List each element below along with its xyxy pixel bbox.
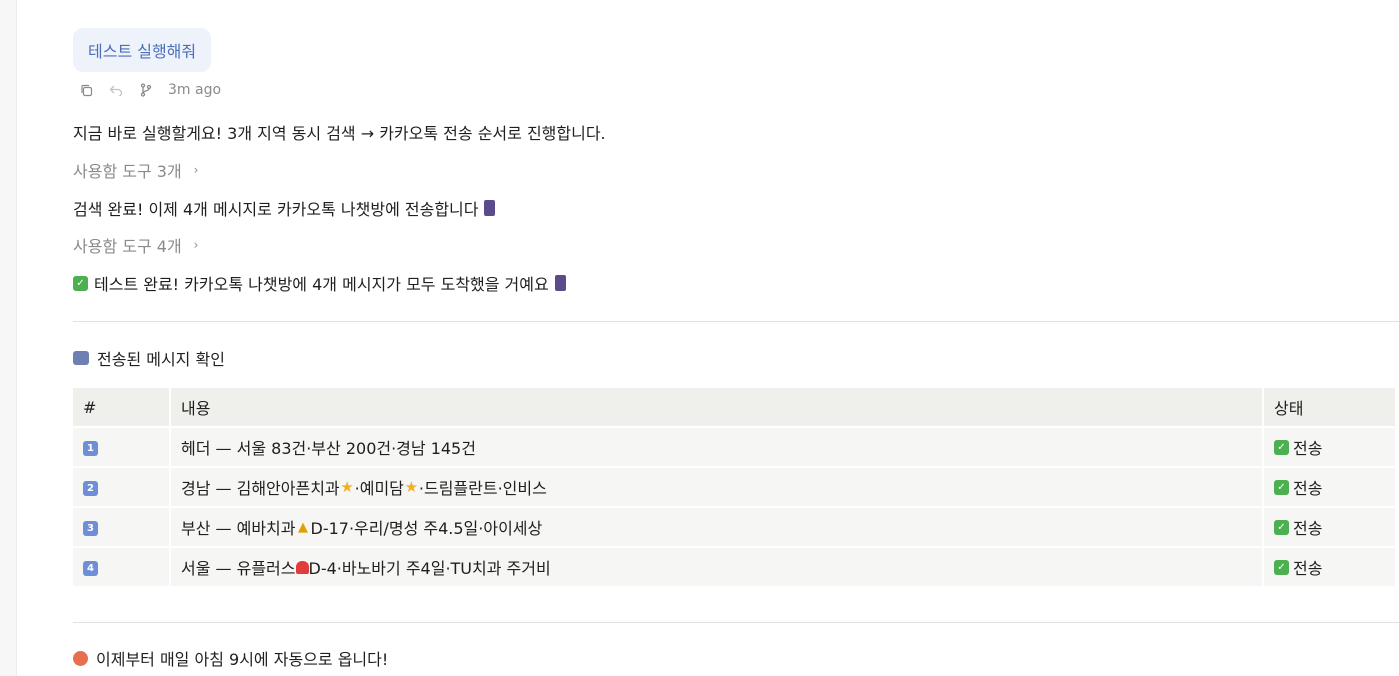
row-content-cell: 서울 — 유플러스 D-4·바노바기 주4일·TU치과 주거비 [171, 548, 1262, 586]
tools-used-label: 사용함 도구 3개 [73, 162, 182, 181]
tools-used-label: 사용함 도구 4개 [73, 237, 182, 256]
sidebar-edge [0, 0, 17, 676]
section-title-text: 전송된 메시지 확인 [97, 350, 225, 369]
assistant-text: 지금 바로 실행할게요! 3개 지역 동시 검색 → 카카오톡 전송 순서로 진… [73, 124, 606, 143]
row-status-cell: ✓ 전송 [1264, 428, 1395, 466]
chevron-right-icon: › [193, 163, 199, 177]
row-content-cell: 부산 — 예바치과 ▲ D-17·우리/명성 주4.5일·아이세상 [171, 508, 1262, 546]
row-number-cell: 2 [73, 468, 169, 506]
check-mark-icon: ✓ [1274, 559, 1289, 575]
copy-icon[interactable] [78, 82, 94, 98]
keycap-number-icon: 1 [83, 440, 98, 456]
row-content-cell: 경남 — 김해안아픈치과 ★ ·예미담 ★ ·드림플란트·인비스 [171, 468, 1262, 506]
assistant-line-3: ✓ 테스트 완료! 카카오톡 나챗방에 4개 메시지가 모두 도착했을 거예요 [73, 271, 566, 295]
row-number-cell: 4 [73, 548, 169, 586]
row-content-text: 헤더 — 서울 83건·부산 200건·경남 145건 [181, 439, 476, 458]
footer-text: 이제부터 매일 아침 9시에 자동으로 옵니다! [96, 650, 389, 669]
star-icon: ★ [404, 477, 419, 496]
divider [73, 622, 1399, 623]
row-content-text: ·드림플란트·인비스 [418, 479, 547, 498]
tools-used-toggle-1[interactable]: 사용함 도구 3개 › [73, 158, 198, 182]
row-status-text: 전송 [1293, 519, 1323, 538]
keycap-number-icon: 2 [83, 480, 98, 496]
row-status-cell: ✓ 전송 [1264, 548, 1395, 586]
check-mark-icon: ✓ [73, 275, 88, 291]
row-number-cell: 3 [73, 508, 169, 546]
assistant-line-1: 지금 바로 실행할게요! 3개 지역 동시 검색 → 카카오톡 전송 순서로 진… [73, 120, 606, 144]
message-actions: 3m ago [78, 80, 221, 100]
row-status-text: 전송 [1293, 479, 1323, 498]
column-header-status: 상태 [1264, 388, 1395, 426]
chevron-right-icon: › [193, 238, 199, 252]
message-timestamp: 3m ago [168, 82, 222, 98]
row-content-cell: 헤더 — 서울 83건·부산 200건·경남 145건 [171, 428, 1262, 466]
row-content-text: D-17·우리/명성 주4.5일·아이세상 [310, 519, 543, 538]
row-status-text: 전송 [1293, 559, 1323, 578]
alarm-clock-icon [73, 650, 88, 666]
mobile-phone-icon [554, 275, 566, 291]
star-icon: ★ [340, 477, 354, 496]
keycap-number-icon: 3 [83, 520, 98, 536]
assistant-footer-line: 이제부터 매일 아침 9시에 자동으로 옵니다! [73, 646, 388, 670]
divider [73, 321, 1399, 322]
row-content-text: D-4·바노바기 주4일·TU치과 주거비 [308, 559, 551, 578]
row-content-text: 서울 — 유플러스 [181, 559, 296, 578]
check-mark-icon: ✓ [1274, 519, 1289, 535]
table-row: 2 경남 — 김해안아픈치과 ★ ·예미담 ★ ·드림플란트·인비스 ✓ 전송 [73, 468, 1395, 506]
check-mark-icon: ✓ [1274, 439, 1289, 455]
assistant-text: 검색 완료! 이제 4개 메시지로 카카오톡 나챗방에 전송합니다 [73, 200, 479, 219]
undo-icon[interactable] [108, 82, 124, 98]
mailbox-icon [73, 351, 89, 365]
siren-icon [295, 560, 309, 574]
warning-icon: ▲ [298, 519, 308, 535]
check-mark-icon: ✓ [1274, 479, 1289, 495]
column-header-content: 내용 [171, 388, 1262, 426]
mobile-phone-icon [484, 200, 496, 216]
section-title: 전송된 메시지 확인 [73, 346, 225, 370]
user-message-bubble: 테스트 실행해줘 [73, 28, 212, 72]
tools-used-toggle-2[interactable]: 사용함 도구 4개 › [73, 233, 198, 257]
branch-icon[interactable] [138, 82, 154, 98]
column-header-number: # [73, 388, 169, 426]
table-row: 3 부산 — 예바치과 ▲ D-17·우리/명성 주4.5일·아이세상 ✓ 전송 [73, 508, 1395, 546]
assistant-text: 테스트 완료! 카카오톡 나챗방에 4개 메시지가 모두 도착했을 거예요 [94, 275, 549, 294]
keycap-number-icon: 4 [83, 560, 98, 576]
row-number-cell: 1 [73, 428, 169, 466]
row-content-text: 부산 — 예바치과 [181, 519, 296, 538]
row-status-cell: ✓ 전송 [1264, 508, 1395, 546]
table-row: 4 서울 — 유플러스 D-4·바노바기 주4일·TU치과 주거비 ✓ 전송 [73, 548, 1395, 586]
user-message-text: 테스트 실행해줘 [88, 42, 197, 61]
table-header-row: # 내용 상태 [73, 388, 1395, 426]
sent-messages-table: # 내용 상태 1 헤더 — 서울 83건·부산 200건·경남 145건 ✓ [71, 386, 1397, 588]
row-status-text: 전송 [1293, 439, 1323, 458]
table-row: 1 헤더 — 서울 83건·부산 200건·경남 145건 ✓ 전송 [73, 428, 1395, 466]
row-content-text: 경남 — 김해안아픈치과 [181, 479, 340, 498]
row-status-cell: ✓ 전송 [1264, 468, 1395, 506]
row-content-text: ·예미담 [354, 479, 404, 498]
assistant-line-2: 검색 완료! 이제 4개 메시지로 카카오톡 나챗방에 전송합니다 [73, 196, 496, 220]
